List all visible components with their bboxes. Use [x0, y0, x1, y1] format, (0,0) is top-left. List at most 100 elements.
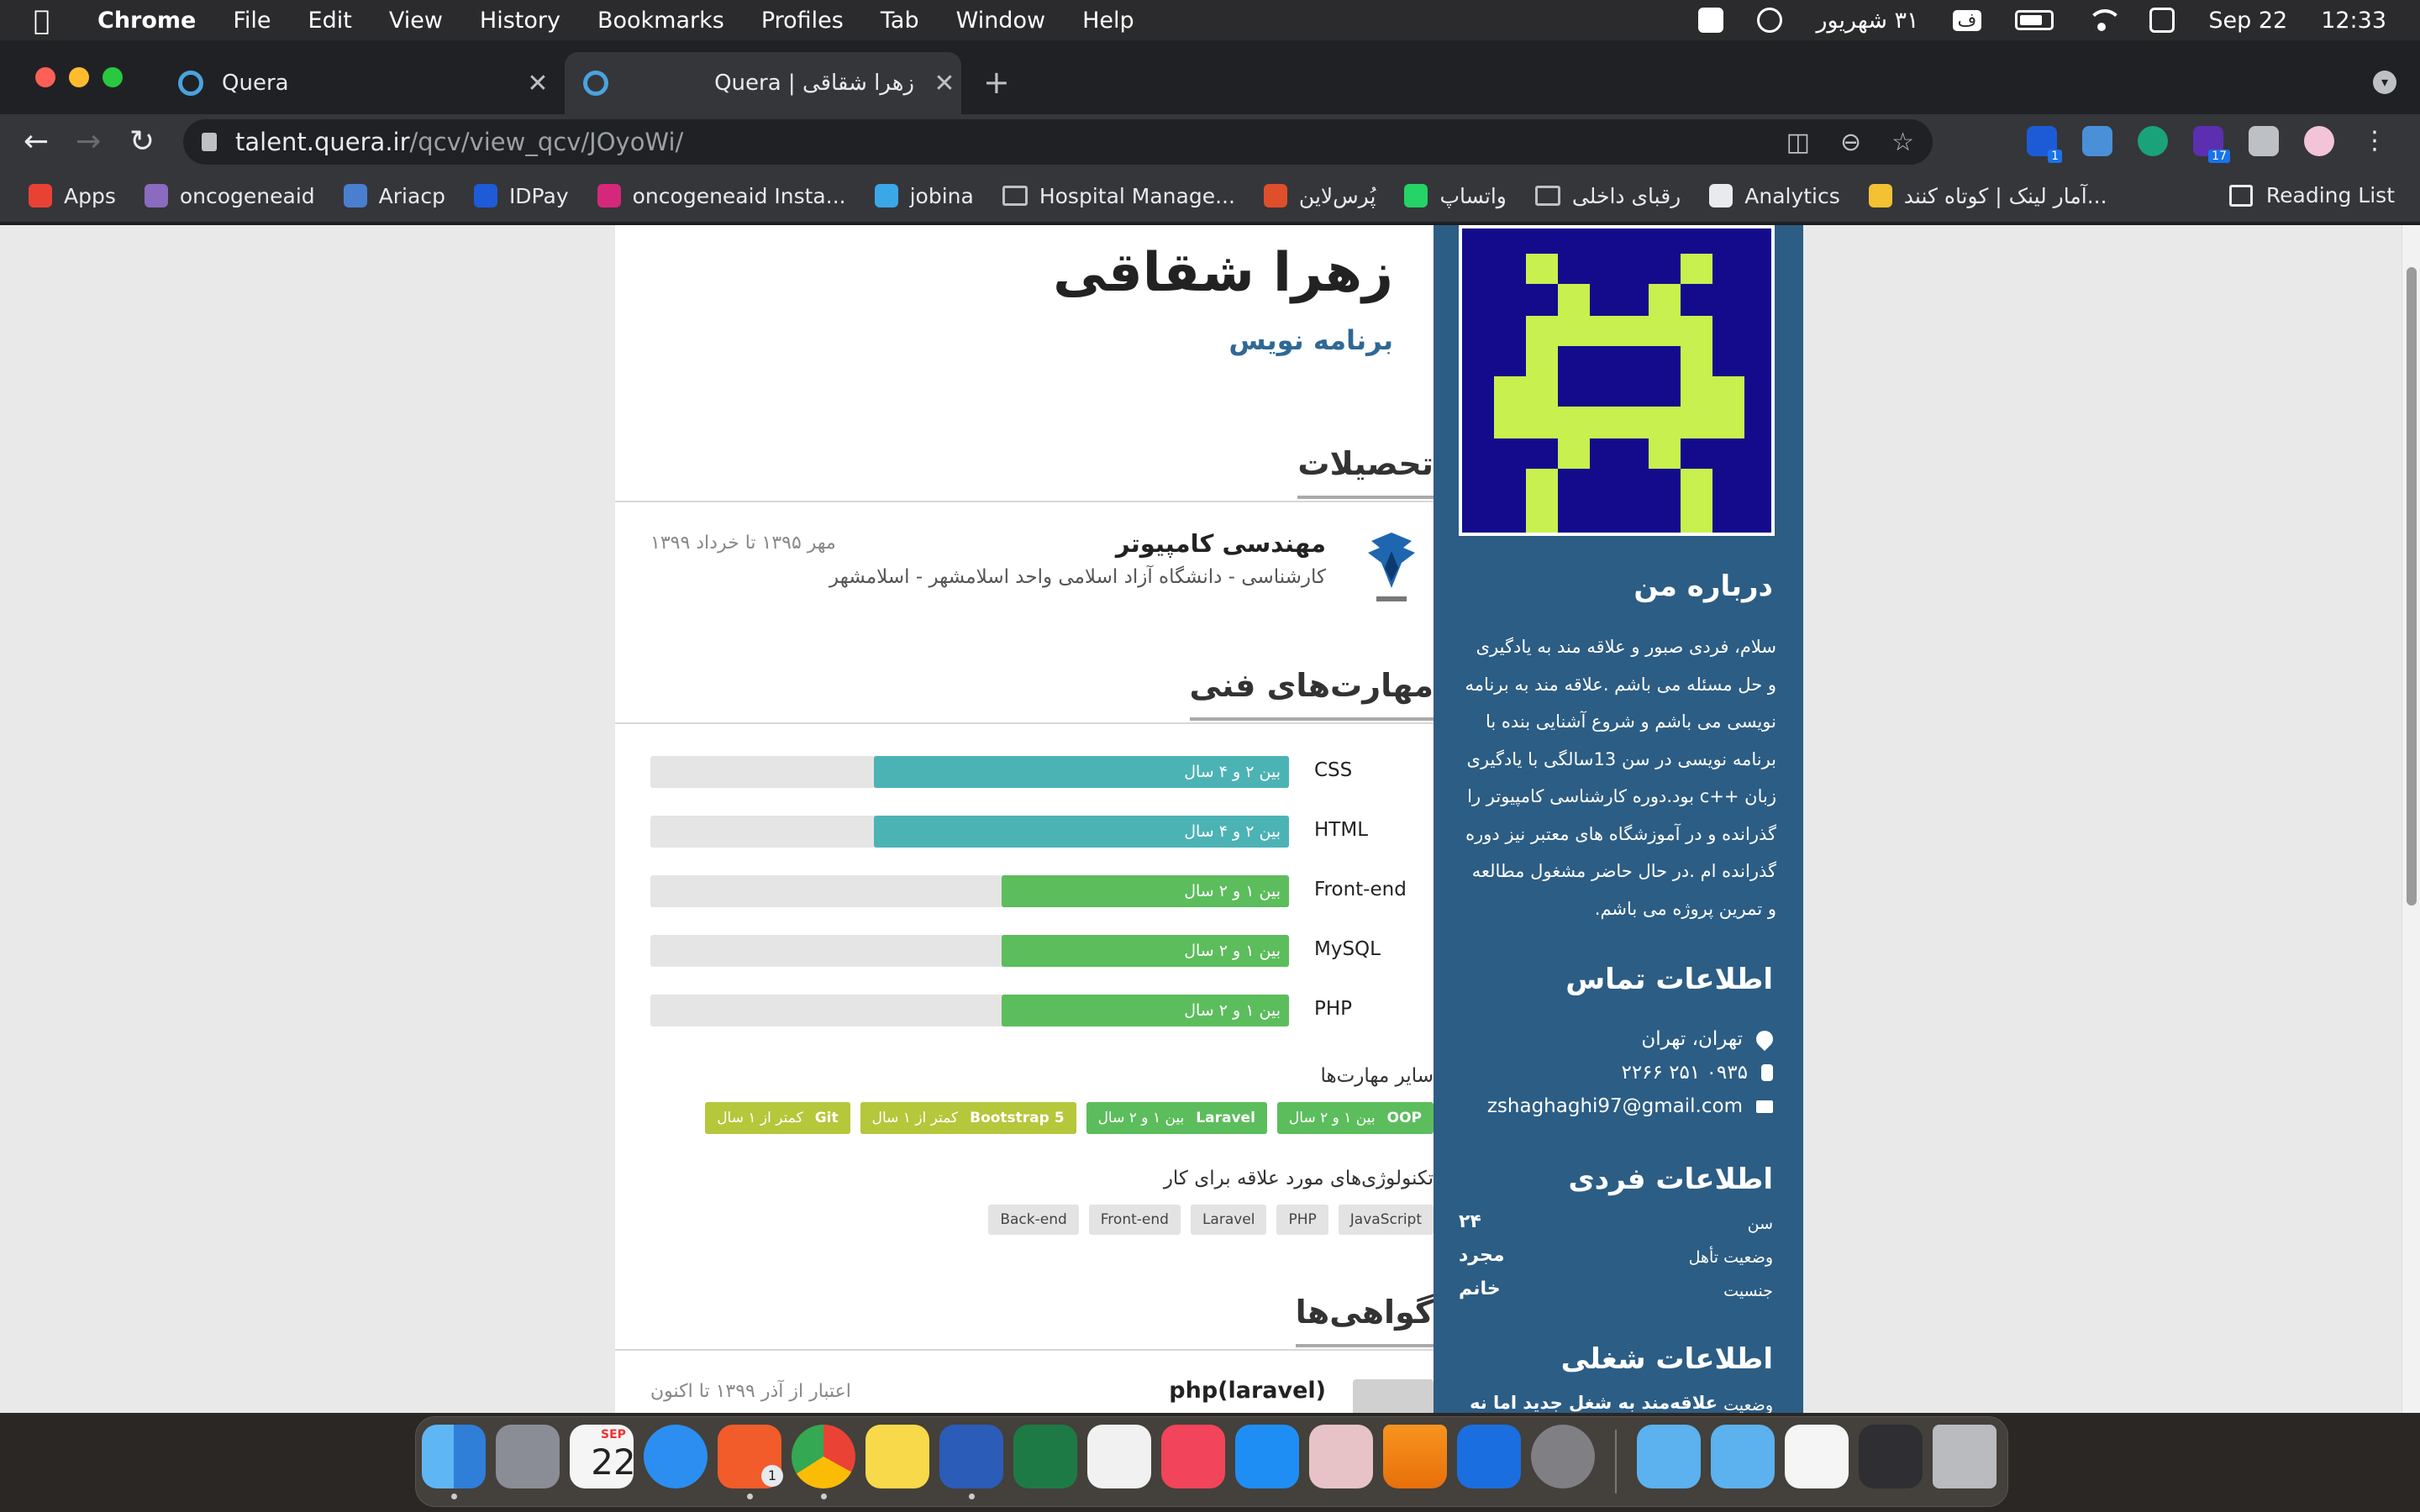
menu-app-chrome[interactable]: Chrome [97, 8, 196, 34]
url-host: talent.quera.ir [235, 128, 410, 156]
bookmark-item[interactable]: Apps [29, 184, 116, 208]
bookmark-item[interactable]: Hospital Manage... [1002, 184, 1235, 208]
tab-quera[interactable]: Quera ✕ [160, 52, 555, 114]
vpn-client-icon[interactable] [1457, 1425, 1521, 1488]
email-text[interactable]: zshaghaghi97@gmail.com [1487, 1095, 1743, 1117]
folder-icon[interactable] [1637, 1425, 1701, 1488]
safari-icon[interactable] [644, 1425, 708, 1488]
close-tab-icon[interactable]: ✕ [928, 69, 961, 98]
bookmark-label: رقبای داخلی [1571, 183, 1681, 208]
phone-icon [1761, 1064, 1773, 1081]
vpn-shield-icon[interactable] [1757, 8, 1783, 33]
trash-icon[interactable] [1933, 1425, 1996, 1488]
control-center-icon[interactable] [2149, 8, 2175, 33]
menu-profiles[interactable]: Profiles [761, 8, 844, 34]
chip-level: کمتر از ۱ سال [871, 1110, 959, 1126]
profile-avatar-icon[interactable] [2304, 126, 2334, 156]
bookmark-item[interactable]: آمار لینک | کوتاه کنند... [1868, 184, 2107, 208]
bookmark-item[interactable]: Ariacp [343, 184, 445, 208]
address-bar[interactable]: talent.quera.ir /qcv/view_qcv/JOyoWi/ ◫ … [183, 119, 1933, 165]
menu-help[interactable]: Help [1082, 8, 1134, 34]
menu-bookmarks[interactable]: Bookmarks [597, 8, 724, 34]
bookmarks-bar: Apps oncogeneaid Ariacp IDPay oncogeneaid In… [0, 170, 2420, 223]
bookmark-favicon-icon [874, 184, 898, 207]
education-field: مهندسی کامپیوتر [1115, 529, 1326, 558]
bookmark-favicon-icon [1868, 184, 1892, 207]
reload-button[interactable]: ↻ [129, 124, 155, 159]
affinity-icon[interactable] [1309, 1425, 1373, 1488]
menubar-time[interactable]: 12:33 [2321, 8, 2386, 34]
menu-edit[interactable]: Edit [308, 8, 352, 34]
chrome-menu-icon[interactable]: ⋮ [2360, 126, 2390, 156]
bookmark-item[interactable]: oncogeneaid [144, 184, 315, 208]
bookmark-item[interactable]: jobina [874, 184, 974, 208]
bookmark-item[interactable]: Analytics [1709, 184, 1840, 208]
bookmark-item[interactable]: oncogeneaid Insta... [597, 184, 846, 208]
window-close-button[interactable] [35, 67, 55, 87]
google-translate-icon[interactable] [2082, 126, 2112, 156]
phone-text: ۰۹۳۵ ۲۵۱ ۲۲۶۶ [1621, 1062, 1748, 1084]
running-indicator [451, 1494, 457, 1499]
chrome-icon[interactable] [792, 1425, 855, 1488]
menu-history[interactable]: History [480, 8, 560, 34]
personal-value: خانم [1459, 1278, 1501, 1299]
back-button[interactable]: ← [24, 124, 49, 159]
contact-email[interactable]: zshaghaghi97@gmail.com [1487, 1095, 1773, 1117]
word-icon[interactable] [939, 1425, 1003, 1488]
bookmark-item[interactable]: پُرس‌لاین [1263, 183, 1376, 208]
menu-window[interactable]: Window [956, 8, 1045, 34]
tab-search-icon[interactable]: ▾ [2373, 71, 2396, 94]
bookmark-label: پُرس‌لاین [1298, 183, 1376, 208]
forward-button[interactable]: → [76, 124, 101, 159]
interest-tags: JavaScript PHP Laravel Front-end Back-en… [988, 1205, 1434, 1235]
new-tab-button[interactable]: + [983, 64, 1010, 101]
wifi-icon[interactable] [2087, 9, 2123, 31]
battery-icon[interactable] [2015, 10, 2054, 30]
skill-bar-track: بین ۱ و ۲ سال [650, 935, 1289, 967]
skill-bar-fill: بین ۲ و ۴ سال [874, 756, 1289, 788]
reading-list-button[interactable]: Reading List [2228, 183, 2395, 207]
apple-menu-icon[interactable]:  [34, 4, 67, 36]
lock-icon[interactable] [202, 133, 217, 151]
tab-quera-profile[interactable]: Quera | زهرا شقاقی ✕ [565, 52, 961, 114]
extension-purple-icon[interactable]: 17 [2193, 126, 2230, 163]
keyboard-layout-indicator[interactable]: ف [1952, 9, 1982, 31]
page-scrollbar[interactable] [2402, 225, 2420, 1413]
downloads-folder-icon[interactable] [1711, 1425, 1775, 1488]
menu-tab[interactable]: Tab [881, 8, 919, 34]
app-store-icon[interactable] [1235, 1425, 1299, 1488]
bookmark-item[interactable]: رقبای داخلی [1534, 183, 1681, 208]
job-status-value: علاقه‌مند به شغل جدید اما نه [1470, 1393, 1718, 1413]
pages-icon[interactable] [1087, 1425, 1151, 1488]
bookmark-favicon-icon [473, 184, 497, 207]
window-minimize-button[interactable] [69, 67, 89, 87]
extension-badge-icon[interactable]: 1 [2027, 126, 2062, 163]
recent-window-icon[interactable] [1859, 1425, 1923, 1488]
scrollbar-thumb[interactable] [2407, 267, 2417, 906]
music-icon[interactable] [1161, 1425, 1225, 1488]
menu-view[interactable]: View [389, 8, 443, 34]
persian-date[interactable]: ۳۱ شهریور [1816, 8, 1918, 34]
notes-icon[interactable] [865, 1425, 929, 1488]
vlc-icon[interactable] [1383, 1425, 1447, 1488]
translate-icon[interactable]: ◫ [1786, 128, 1810, 157]
launchpad-icon[interactable] [496, 1425, 560, 1488]
extensions-puzzle-icon[interactable] [2249, 126, 2279, 156]
brave-status-icon[interactable] [1698, 8, 1724, 33]
resume-sidebar: درباره من سلام، فردی صبور و علاقه مند به… [1434, 225, 1803, 1413]
grammar-extension-icon[interactable] [2138, 126, 2168, 156]
bookmark-item[interactable]: IDPay [473, 184, 569, 208]
excel-icon[interactable] [1013, 1425, 1077, 1488]
finder-icon[interactable] [422, 1425, 486, 1488]
zoom-icon[interactable]: ⊖ [1840, 128, 1861, 157]
menu-file[interactable]: File [233, 8, 271, 34]
location-pin-icon [1752, 1026, 1777, 1052]
system-preferences-icon[interactable] [1531, 1425, 1595, 1488]
document-icon[interactable] [1785, 1425, 1849, 1488]
bookmark-item[interactable]: واتساپ [1404, 184, 1507, 208]
menubar-date[interactable]: Sep 22 [2208, 8, 2287, 34]
window-zoom-button[interactable] [103, 67, 123, 87]
close-tab-icon[interactable]: ✕ [521, 69, 555, 98]
bookmark-star-icon[interactable]: ☆ [1891, 128, 1914, 157]
calendar-month: SEP [601, 1428, 626, 1441]
